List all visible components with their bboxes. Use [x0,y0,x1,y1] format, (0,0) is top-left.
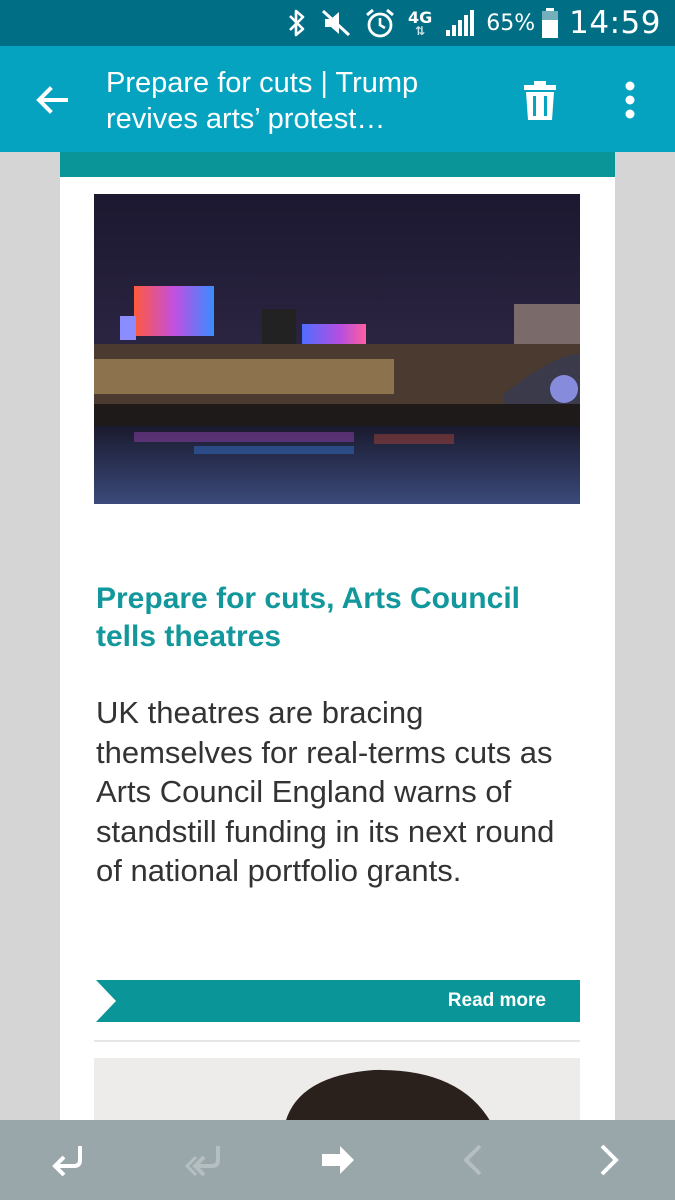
email-subject-line1: Prepare for cuts | Trump [106,67,419,99]
bottom-action-bar [0,1120,675,1200]
vibrate-mute-icon [320,8,352,38]
read-more-button[interactable]: Read more [96,980,580,1022]
national-theatre-night-photo[interactable] [94,194,580,504]
email-content: Prepare for cuts, Arts Council tells the… [60,152,615,1122]
app-bar: Prepare for cuts | Trump revives arts’ p… [0,46,675,152]
forward-icon[interactable] [316,1138,360,1182]
trash-icon[interactable] [516,76,564,124]
status-bar: 4G ⇅ 65% 14:59 [0,0,675,46]
arrow-left-icon[interactable] [30,78,74,122]
email-subject: Prepare for cuts | Trump revives arts’ p… [106,65,486,137]
signal-icon [444,8,476,38]
battery-icon [541,7,559,39]
card-edge [60,1040,63,1122]
article-headline[interactable]: Prepare for cuts, Arts Council tells the… [96,580,576,656]
bluetooth-icon [286,8,308,38]
reply-all-icon[interactable] [182,1138,226,1182]
newsletter-header-band [60,152,615,177]
previous-icon[interactable] [452,1138,496,1182]
next-icon[interactable] [586,1138,630,1182]
network-4g-icon: 4G ⇅ [407,8,433,38]
portrait-photo[interactable] [94,1058,580,1122]
article-summary: UK theatres are bracing themselves for r… [96,695,555,888]
alarm-icon [364,7,396,39]
article-divider [94,1040,580,1042]
more-vert-icon[interactable] [606,76,654,124]
battery-percent: 65% [486,10,536,36]
email-subject-line2: revives arts’ protest… [106,103,386,135]
reply-icon[interactable] [46,1138,90,1182]
read-more-label: Read more [447,990,546,1011]
clock: 14:59 [569,5,661,41]
